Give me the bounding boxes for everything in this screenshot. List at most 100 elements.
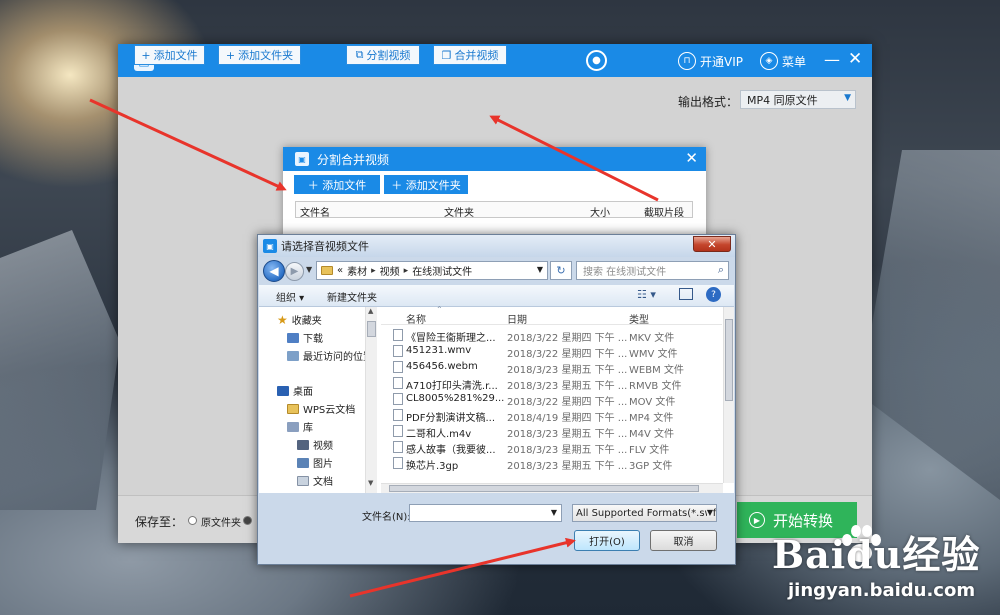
table-row[interactable]: 《冒险王衞斯理之... 2018/3/22 星期四 下午 ... MKV 文件 (381, 327, 722, 344)
chevron-down-icon: ▼ (706, 508, 713, 517)
save-custom-radio[interactable] (243, 516, 252, 525)
column-header-date[interactable]: 日期 (507, 311, 527, 326)
watermark-url: jingyan.baidu.com (788, 580, 976, 601)
filename-input[interactable]: ▼ (409, 504, 562, 522)
scroll-thumb[interactable] (725, 319, 733, 401)
merge-add-folder-button[interactable]: ＋ 添加文件夹 (384, 175, 468, 194)
scroll-up-icon[interactable]: ▲ (368, 307, 373, 315)
merge-dialog-title-bar: ▣ 分割合并视频 ✕ (283, 147, 706, 171)
scroll-down-icon[interactable]: ▼ (368, 479, 373, 487)
column-header-type[interactable]: 类型 (629, 311, 649, 326)
nav-item-recent[interactable]: 最近访问的位置 (287, 348, 373, 363)
refresh-icon[interactable]: ↻ (550, 261, 572, 280)
file-date: 2018/3/23 星期五 下午 ... (507, 461, 628, 472)
video-file-icon (393, 377, 403, 389)
nav-item-pictures[interactable]: 图片 (297, 455, 333, 470)
table-row[interactable]: 二哥和人.m4v 2018/3/23 星期五 下午 ... M4V 文件 (381, 423, 722, 440)
nav-item-desktop[interactable]: 桌面 (277, 383, 313, 398)
nav-item-downloads[interactable]: 下载 (287, 330, 323, 345)
recent-dropdown-icon[interactable]: ▼ (306, 265, 312, 274)
video-file-icon (393, 441, 403, 453)
open-button[interactable]: 打开(O) (574, 530, 640, 551)
vip-button[interactable]: ⊓ 开通VIP (678, 52, 743, 70)
menu-button[interactable]: ◈ 菜单 (760, 52, 806, 70)
file-list-hscrollbar[interactable] (381, 483, 723, 493)
file-open-dialog: ▣ 请选择音视频文件 ✕ ◀ ▶ ▼ « 素材 ▸ 视频 ▸ 在线测试文件 ▼ … (257, 234, 736, 565)
search-input[interactable]: 搜索 在线测试文件 ⌕ (576, 261, 729, 280)
background-rock (0, 230, 120, 510)
add-file-button[interactable]: + 添加文件 (134, 45, 205, 65)
table-row[interactable]: 451231.wmv 2018/3/22 星期四 下午 ... WMV 文件 (381, 343, 722, 360)
view-options-icon[interactable]: ☷ ▾ (637, 288, 656, 301)
table-row[interactable]: PDF分割演讲文稿... 2018/4/19 星期四 下午 ... MP4 文件 (381, 407, 722, 424)
picture-library-icon (297, 457, 309, 468)
organize-button[interactable]: 组织 ▾ (276, 289, 304, 304)
chevron-down-icon[interactable]: ▼ (537, 265, 543, 274)
video-file-icon (393, 361, 403, 373)
plus-icon: + (225, 48, 236, 62)
breadcrumb-item[interactable]: 视频 (380, 263, 400, 278)
nav-item-library[interactable]: 库 (287, 419, 313, 434)
merge-add-file-button[interactable]: ＋ 添加文件 (294, 175, 380, 194)
merge-dialog-title: 分割合并视频 (317, 152, 390, 167)
back-arrow-icon[interactable]: ◀ (263, 260, 285, 282)
add-folder-button[interactable]: + 添加文件夹 (218, 45, 301, 65)
video-file-icon (393, 329, 403, 341)
file-name: A710打印头清洗.r... (406, 381, 498, 392)
save-original-radio[interactable] (188, 516, 197, 525)
video-library-icon (297, 439, 309, 450)
nav-item-wps[interactable]: WPS云文档 (287, 401, 355, 416)
nav-scrollbar[interactable]: ▲ ▼ (365, 307, 377, 493)
chevron-down-icon[interactable]: ▼ (551, 508, 557, 517)
nav-item-documents[interactable]: 文档 (297, 473, 333, 488)
table-row[interactable]: 换芯片.3gp 2018/3/23 星期五 下午 ... 3GP 文件 (381, 455, 722, 472)
table-row[interactable]: CL8005%281%29.... 2018/3/22 星期四 下午 ... MOV… (381, 391, 722, 408)
table-row[interactable]: A710打印头清洗.r... 2018/3/23 星期五 下午 ... RMVB 文… (381, 375, 722, 392)
file-type: MOV 文件 (629, 397, 676, 408)
scroll-thumb[interactable] (389, 485, 699, 492)
folder-icon (287, 403, 299, 414)
dialog-content: ★ 收藏夹 下载 最近访问的位置 桌面 WPS云文档 库 视频 图片 文档 ▲ … (259, 305, 734, 493)
close-icon[interactable]: ✕ (848, 49, 862, 69)
app-logo-icon: ▣ (263, 239, 277, 253)
split-video-button[interactable]: ⧉ 分割视频 (346, 45, 420, 65)
vip-label: 开通VIP (700, 54, 743, 69)
search-icon: ⌕ (717, 263, 724, 276)
filename-label: 文件名(N): (362, 512, 411, 523)
column-header-name[interactable]: 名称 (406, 311, 426, 326)
output-format-select[interactable]: MP4 同原文件 ▼ (740, 90, 856, 109)
file-list-vscrollbar[interactable] (723, 307, 734, 483)
format-filter-select[interactable]: All Supported Formats(*.swf; ▼ (572, 504, 717, 522)
video-file-icon (393, 393, 403, 405)
nav-item-favorites[interactable]: ★ 收藏夹 (277, 312, 322, 328)
breadcrumb-item[interactable]: 素材 (347, 263, 367, 278)
address-bar[interactable]: « 素材 ▸ 视频 ▸ 在线测试文件 ▼ (316, 261, 548, 280)
cancel-button[interactable]: 取消 (650, 530, 717, 551)
command-bar: 组织 ▾ 新建文件夹 ☷ ▾ ? (259, 285, 734, 307)
close-icon[interactable]: ✕ (693, 236, 731, 252)
library-icon (287, 421, 299, 432)
file-type: FLV 文件 (629, 445, 670, 456)
forward-arrow-icon[interactable]: ▶ (285, 262, 304, 281)
breadcrumb-separator-icon: ▸ (403, 265, 409, 276)
breadcrumb-item[interactable]: 在线测试文件 (412, 263, 472, 278)
table-row[interactable]: 感人故事（我要彼... 2018/3/23 星期五 下午 ... FLV 文件 (381, 439, 722, 456)
help-icon[interactable]: ? (706, 287, 721, 302)
layers-icon: ◈ (760, 52, 778, 70)
breadcrumb-separator-icon: ▸ (371, 265, 376, 276)
minimize-icon[interactable]: — (824, 50, 840, 69)
close-icon[interactable]: ✕ (685, 149, 698, 167)
file-type: M4V 文件 (629, 429, 675, 440)
preview-pane-icon[interactable] (679, 288, 693, 300)
file-name: 《冒险王衞斯理之... (406, 333, 496, 344)
table-row[interactable]: 456456.webm 2018/3/23 星期五 下午 ... WEBM 文件 (381, 359, 722, 376)
scroll-thumb[interactable] (367, 321, 376, 337)
merge-video-button[interactable]: ❐ 合并视频 (433, 45, 507, 65)
merge-icon: ❐ (441, 48, 452, 62)
menu-label: 菜单 (782, 54, 807, 69)
crop-icon: ⧉ (355, 48, 364, 61)
new-folder-button[interactable]: 新建文件夹 (327, 289, 377, 304)
background-rock (860, 150, 1000, 500)
nav-item-videos[interactable]: 视频 (297, 437, 333, 452)
user-avatar-icon[interactable]: ● (586, 50, 607, 71)
